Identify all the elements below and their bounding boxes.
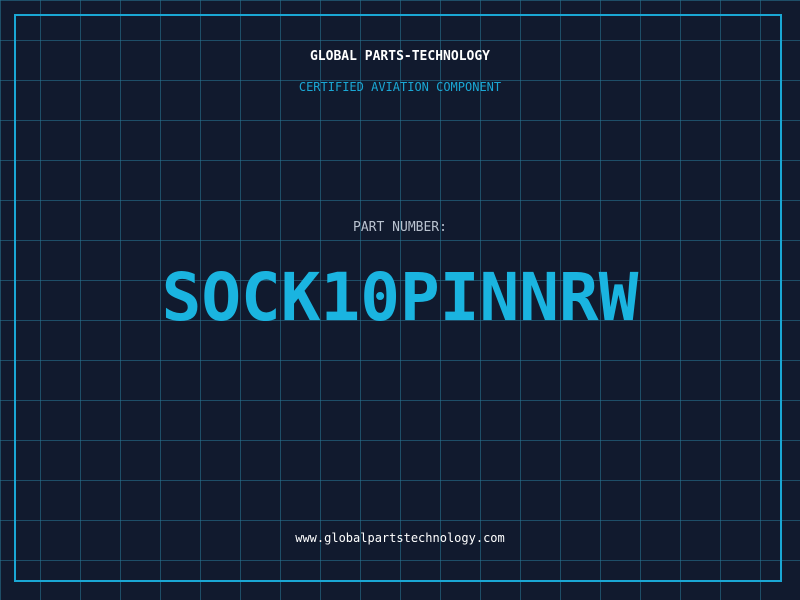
website-url: www.globalpartstechnology.com <box>295 531 505 545</box>
certification-subtitle: CERTIFIED AVIATION COMPONENT <box>298 80 502 94</box>
label-canvas: GLOBAL PARTS-TECHNOLOGY CERTIFIED AVIATI… <box>0 0 800 600</box>
part-number-label: PART NUMBER: <box>353 220 447 235</box>
part-number-value: SOCK10PINNRW <box>161 259 639 336</box>
company-name: GLOBAL PARTS-TECHNOLOGY <box>309 49 490 64</box>
